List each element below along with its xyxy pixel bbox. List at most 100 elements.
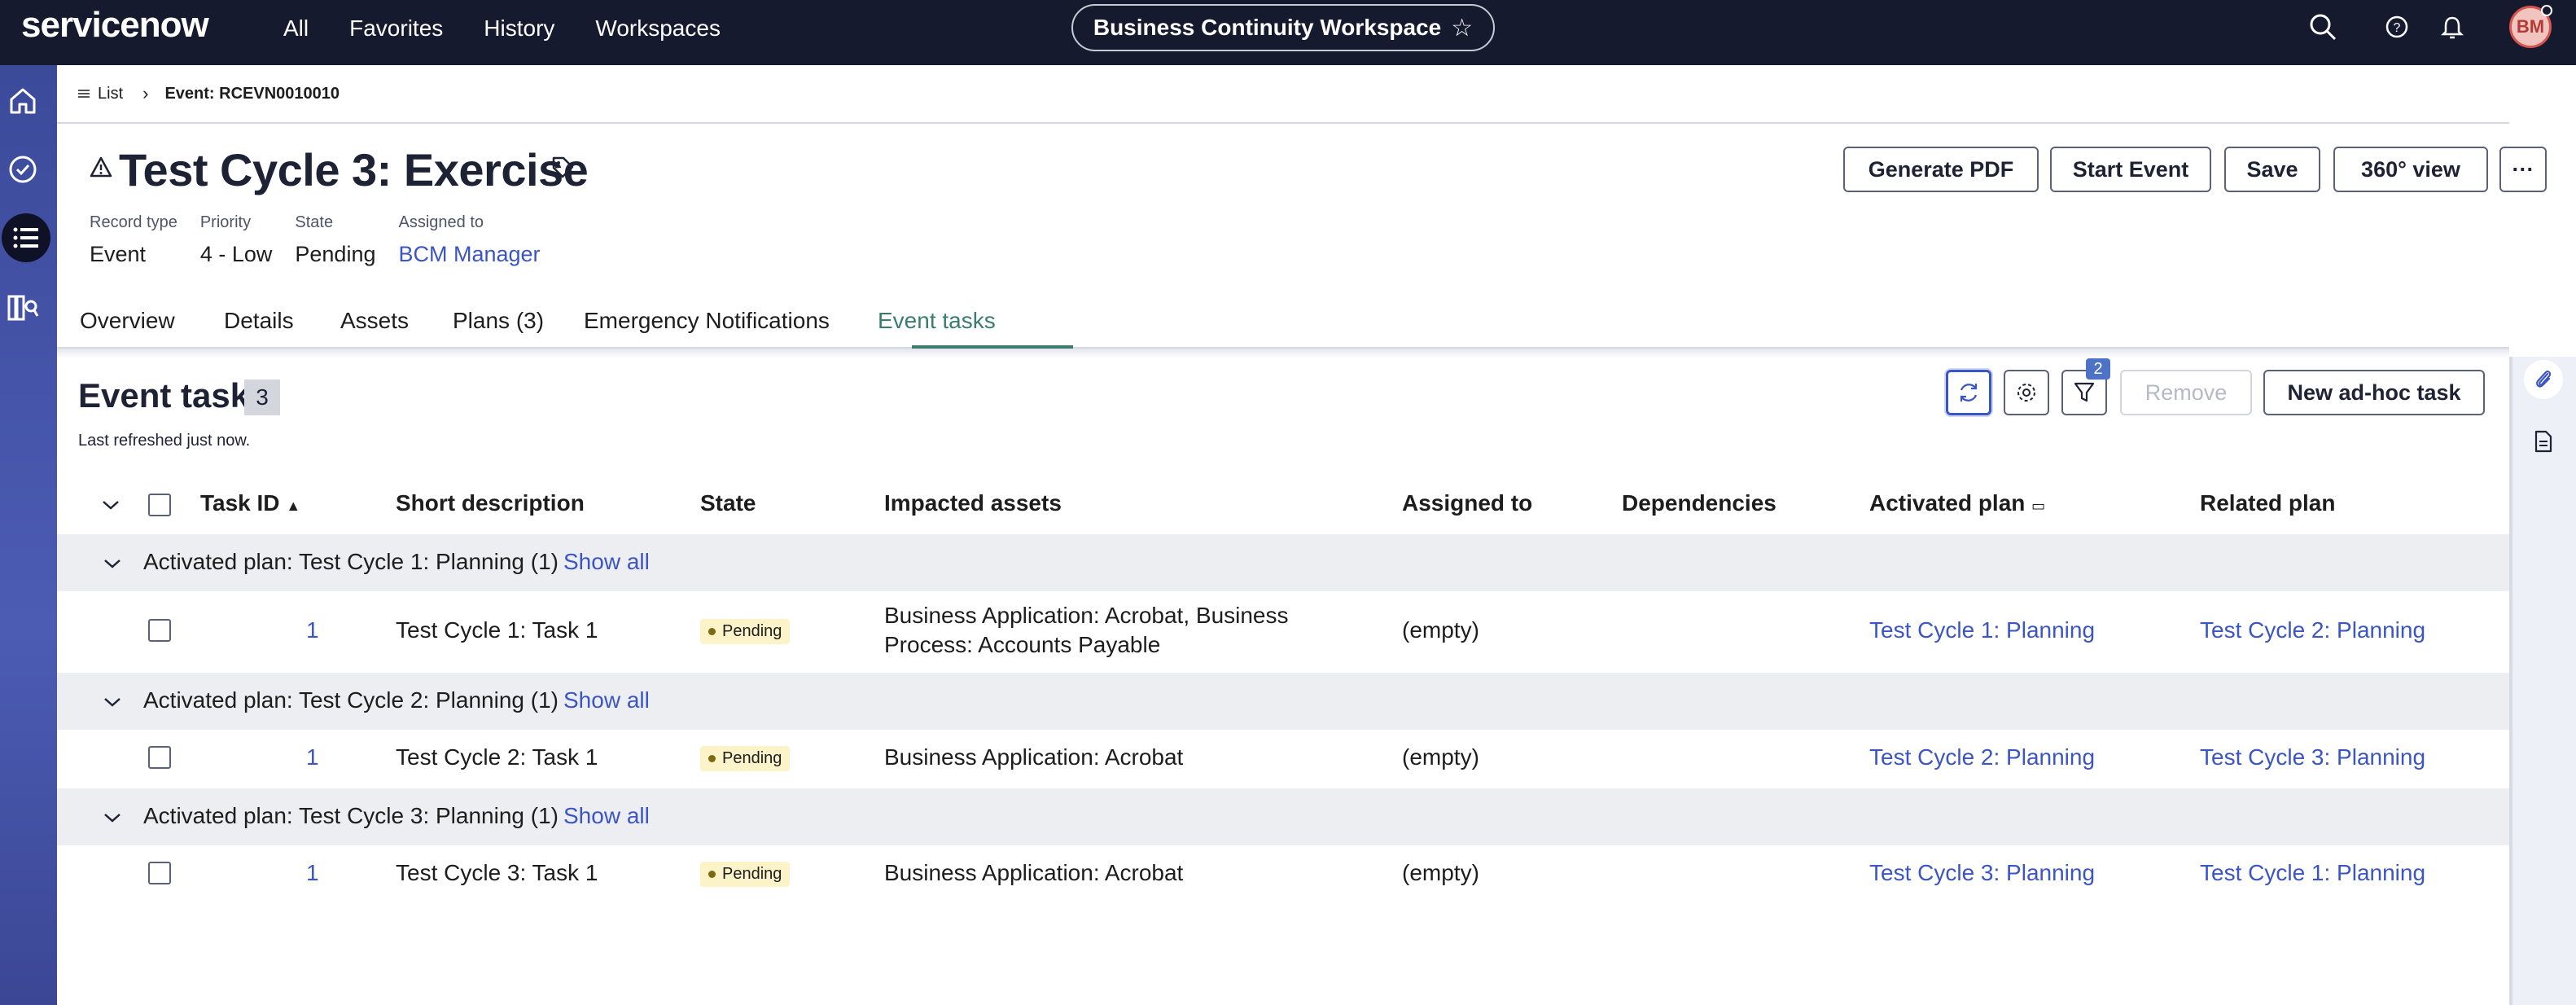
bell-icon[interactable] [2441, 15, 2464, 40]
search-icon[interactable] [2307, 11, 2340, 44]
table-row[interactable]: 1 Test Cycle 2: Task 1 Pending Business … [57, 730, 2509, 788]
nav-all[interactable]: All [283, 15, 309, 42]
column-header-activated-plan[interactable]: Activated plan ▭ [1869, 490, 2045, 516]
attachment-button[interactable] [2524, 360, 2563, 399]
column-header-dependencies[interactable]: Dependencies [1622, 490, 1776, 516]
meta-priority: Priority 4 - Low [200, 213, 273, 267]
new-ad-hoc-task-button[interactable]: New ad-hoc task [2263, 370, 2485, 415]
help-icon[interactable]: ? [2384, 14, 2410, 40]
view-360-button[interactable]: 360° view [2333, 147, 2488, 192]
home-icon [10, 88, 36, 114]
impacted-assets-line1: Business Application: Acrobat, Business [884, 603, 1289, 628]
approvals-rail-item[interactable] [0, 147, 46, 192]
related-plan-link[interactable]: Test Cycle 1: Planning [2200, 860, 2425, 886]
group-label: Activated plan: Test Cycle 2: Planning (… [143, 687, 559, 713]
show-all-link[interactable]: Show all [563, 549, 650, 575]
group-row[interactable]: Activated plan: Test Cycle 1: Planning (… [57, 534, 2509, 591]
column-header-task-id[interactable]: Task ID ▲ [200, 490, 300, 516]
document-button[interactable] [2524, 422, 2563, 461]
activated-plan-link[interactable]: Test Cycle 3: Planning [1869, 860, 2095, 886]
short-description: Test Cycle 3: Task 1 [396, 860, 598, 885]
home-rail-item[interactable] [0, 78, 46, 124]
save-button[interactable]: Save [2224, 147, 2320, 192]
refresh-button[interactable] [1946, 370, 1991, 415]
meta-value: Event [90, 242, 147, 266]
library-rail-item[interactable] [0, 285, 46, 331]
impacted-assets: Business Application: Acrobat [884, 744, 1184, 770]
list-rail-item[interactable] [2, 213, 50, 262]
impacted-assets-line2: Process: Accounts Payable [884, 632, 1161, 657]
row-checkbox[interactable] [148, 746, 171, 769]
assigned-to: (empty) [1402, 744, 1479, 770]
breadcrumb-list-link[interactable]: List [78, 85, 123, 103]
tab-assets[interactable]: Assets [340, 308, 409, 334]
assigned-to: (empty) [1402, 617, 1479, 643]
column-header-assigned-to[interactable]: Assigned to [1402, 490, 1532, 516]
workspace-switcher[interactable]: Business Continuity Workspace ☆ [1071, 4, 1495, 51]
list-small-icon [78, 90, 90, 98]
short-description: Test Cycle 1: Task 1 [396, 617, 598, 643]
chevron-down-icon[interactable] [103, 696, 122, 709]
user-avatar[interactable]: BM [2509, 5, 2552, 48]
nav-workspaces[interactable]: Workspaces [595, 15, 721, 42]
assigned-to: (empty) [1402, 860, 1479, 885]
tab-event-tasks[interactable]: Event tasks [878, 308, 996, 334]
last-refreshed-text: Last refreshed just now. [78, 432, 251, 450]
tab-overview[interactable]: Overview [80, 308, 175, 334]
more-actions-button[interactable]: ··· [2499, 147, 2547, 192]
select-all-checkbox[interactable] [148, 494, 171, 516]
row-checkbox[interactable] [148, 619, 171, 642]
table-row[interactable]: 1 Test Cycle 1: Task 1 Pending Business … [57, 591, 2509, 673]
impacted-assets: Business Application: Acrobat [884, 860, 1184, 885]
task-id-link[interactable]: 1 [306, 744, 319, 770]
group-folder-icon: ▭ [2031, 498, 2046, 514]
logo-text: servicenow [21, 5, 209, 45]
related-plan-link[interactable]: Test Cycle 2: Planning [2200, 617, 2425, 643]
group-row[interactable]: Activated plan: Test Cycle 3: Planning (… [57, 788, 2509, 845]
tab-plans[interactable]: Plans (3) [453, 308, 544, 334]
chevron-down-icon[interactable] [103, 557, 122, 570]
filter-icon [2074, 382, 2095, 402]
meta-value: 4 - Low [199, 242, 273, 266]
column-header-related-plan[interactable]: Related plan [2200, 490, 2335, 516]
avatar-initials: BM [2516, 16, 2545, 37]
star-icon[interactable]: ☆ [1451, 14, 1473, 42]
start-event-button[interactable]: Start Event [2050, 147, 2211, 192]
tag-icon[interactable] [550, 155, 575, 179]
tab-emergency-notifications[interactable]: Emergency Notifications [584, 308, 830, 334]
activated-plan-link[interactable]: Test Cycle 1: Planning [1869, 617, 2095, 643]
nav-favorites[interactable]: Favorites [349, 15, 443, 42]
chevron-down-icon[interactable] [101, 498, 120, 511]
table-row[interactable]: 1 Test Cycle 3: Task 1 Pending Business … [57, 845, 2509, 904]
remove-button[interactable]: Remove [2120, 370, 2252, 415]
column-header-impacted-assets[interactable]: Impacted assets [884, 490, 1062, 516]
servicenow-logo[interactable]: servicenow [21, 5, 209, 46]
group-row[interactable]: Activated plan: Test Cycle 2: Planning (… [57, 673, 2509, 730]
record-title: Test Cycle 3: Exercise [119, 144, 589, 195]
settings-button[interactable] [2004, 370, 2049, 415]
table-header: Task ID ▲ Short description State Impact… [57, 481, 2509, 533]
activated-plan-link[interactable]: Test Cycle 2: Planning [1869, 744, 2095, 770]
tab-details[interactable]: Details [224, 308, 294, 334]
task-id-link[interactable]: 1 [306, 617, 319, 643]
record-tabs: Overview Details Assets Plans (3) Emerge… [57, 301, 2509, 349]
task-id-link[interactable]: 1 [306, 860, 319, 886]
record-title-row: Test Cycle 3: Exercise [119, 143, 589, 196]
state-badge: Pending [700, 619, 791, 644]
state-label: Pending [722, 865, 782, 883]
column-header-short-description[interactable]: Short description [396, 490, 585, 516]
status-dot-icon [708, 755, 716, 762]
show-all-link[interactable]: Show all [563, 803, 650, 829]
nav-history[interactable]: History [484, 15, 554, 42]
related-plan-link[interactable]: Test Cycle 3: Planning [2200, 744, 2425, 770]
meta-assigned-to: Assigned to BCM Manager [398, 213, 540, 267]
column-header-state[interactable]: State [700, 490, 756, 516]
show-all-link[interactable]: Show all [563, 687, 650, 713]
assigned-to-link[interactable]: BCM Manager [398, 242, 540, 267]
row-checkbox[interactable] [148, 862, 171, 884]
generate-pdf-button[interactable]: Generate PDF [1843, 147, 2039, 192]
left-sidebar [0, 65, 57, 1005]
record-meta: Record type Event Priority 4 - Low State… [90, 213, 541, 267]
svg-text:?: ? [2394, 21, 2401, 35]
chevron-down-icon[interactable] [103, 811, 122, 824]
